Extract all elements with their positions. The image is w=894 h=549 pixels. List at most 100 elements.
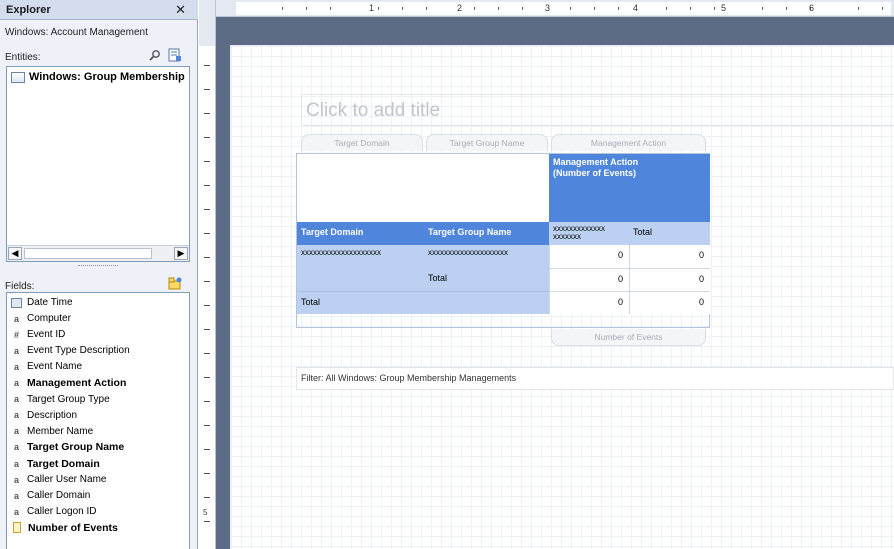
report-page[interactable]: Click to add title Target Domain Target … xyxy=(231,46,894,549)
field-item[interactable]: a Target Group Type xyxy=(11,392,110,407)
drop-zone-number-of-events[interactable]: Number of Events xyxy=(551,329,706,346)
field-item[interactable]: a Member Name xyxy=(11,424,93,439)
field-label: Event ID xyxy=(27,329,66,341)
scroll-right-icon[interactable]: ▶ xyxy=(174,247,188,260)
field-label: Target Group Type xyxy=(27,393,110,405)
field-item[interactable]: a Caller Logon ID xyxy=(11,504,97,519)
field-label: Caller User Name xyxy=(27,474,107,486)
ruler-number: 6 xyxy=(809,3,815,13)
field-label: Number of Events xyxy=(28,521,118,534)
text-field-icon: a xyxy=(13,361,19,372)
text-field-icon: a xyxy=(13,394,19,405)
field-item[interactable]: a Caller User Name xyxy=(11,472,106,487)
ruler-tick xyxy=(204,65,210,66)
table-icon xyxy=(11,71,25,83)
data-cell[interactable]: 0 xyxy=(629,245,710,268)
field-label: Event Name xyxy=(27,361,83,373)
ruler-tick xyxy=(402,7,403,10)
grand-total-label[interactable]: Total xyxy=(297,291,549,314)
text-field-icon: a xyxy=(13,426,19,437)
ruler-tick xyxy=(786,7,787,10)
data-cell[interactable]: 0 xyxy=(629,268,710,291)
field-item[interactable]: a Description xyxy=(11,408,77,423)
ruler-tick xyxy=(204,353,210,354)
field-label: Target Domain xyxy=(27,457,100,470)
entities-list[interactable]: Windows: Group Membership ◀ ▶ xyxy=(6,66,190,262)
data-cell[interactable]: 0 xyxy=(549,245,629,268)
ruler-tick xyxy=(204,449,210,450)
drop-zone-target-group-name[interactable]: Target Group Name xyxy=(426,134,548,151)
ruler-tick xyxy=(378,7,379,10)
field-item[interactable]: a Target Group Name xyxy=(11,440,124,455)
field-item[interactable]: a Computer xyxy=(11,311,71,326)
properties-icon[interactable] xyxy=(168,48,182,62)
scrollbar-thumb[interactable] xyxy=(24,248,152,259)
ruler-number: 5 xyxy=(203,508,208,517)
data-cell[interactable]: 0 xyxy=(549,291,629,314)
calendar-icon xyxy=(11,297,22,308)
ruler-tick xyxy=(762,7,763,10)
ruler-tick xyxy=(570,7,571,10)
matrix-table[interactable]: Management Action (Number of Events) Tar… xyxy=(296,153,710,328)
matrix-corner xyxy=(297,154,549,222)
field-label: Date Time xyxy=(27,297,73,308)
field-label: Caller Logon ID xyxy=(27,506,97,518)
column-value-text-overflow: xxxxxxx xyxy=(553,232,581,241)
ruler-tick xyxy=(204,377,210,378)
data-cell[interactable]: 0 xyxy=(549,268,629,291)
horizontal-ruler: 1234567 xyxy=(216,0,894,17)
entity-item[interactable]: Windows: Group Membership xyxy=(11,71,185,83)
row-value-target-group-name[interactable]: xxxxxxxxxxxxxxxxxxxx xyxy=(424,245,549,268)
field-item[interactable]: a Caller Domain xyxy=(11,488,90,503)
panel-splitter[interactable] xyxy=(78,265,118,267)
ruler-tick xyxy=(204,137,210,138)
ruler-tick xyxy=(426,7,427,10)
row-header-target-domain[interactable]: Target Domain xyxy=(297,222,424,245)
text-field-icon: a xyxy=(13,442,19,453)
column-group-header[interactable]: Management Action (Number of Events) xyxy=(549,154,710,222)
field-label: Management Action xyxy=(27,377,127,389)
column-value-placeholder[interactable]: xxxxxxxxxxxxx xxxxxxx xyxy=(549,222,629,245)
ruler-tick xyxy=(666,7,667,10)
field-item[interactable]: a Event Name xyxy=(11,359,82,374)
text-field-icon: a xyxy=(13,474,19,485)
ruler-tick xyxy=(330,7,331,10)
close-icon[interactable]: ✕ xyxy=(175,2,186,18)
data-cell[interactable]: 0 xyxy=(629,291,710,314)
find-icon[interactable] xyxy=(148,49,162,63)
ruler-tick xyxy=(522,7,523,10)
ruler-track xyxy=(236,2,891,15)
drop-zone-target-domain[interactable]: Target Domain xyxy=(301,134,423,151)
subtotal-label[interactable]: Total xyxy=(424,268,549,291)
horizontal-scrollbar[interactable]: ◀ ▶ xyxy=(7,245,189,261)
text-field-icon: a xyxy=(13,458,19,469)
design-surface: Click to add title Target Domain Target … xyxy=(216,17,894,549)
ruler-tick xyxy=(204,425,210,426)
numeric-field-icon: # xyxy=(13,329,19,340)
ruler-number: 3 xyxy=(545,3,551,13)
explorer-panel: Explorer ✕ Windows: Account Management E… xyxy=(0,0,198,549)
field-label: Target Group Name xyxy=(27,441,125,454)
page-margin-left xyxy=(216,17,230,549)
ruler-tick xyxy=(204,257,210,258)
new-field-icon[interactable] xyxy=(168,276,182,290)
ruler-number: 4 xyxy=(633,3,639,13)
ruler-tick xyxy=(204,401,210,402)
field-item[interactable]: a Target Domain xyxy=(11,456,100,471)
drop-zone-management-action[interactable]: Management Action xyxy=(551,134,706,151)
ruler-tick xyxy=(204,473,210,474)
row-header-target-group-name[interactable]: Target Group Name xyxy=(424,222,549,245)
fields-list[interactable]: Date Time a Computer # Event ID a Event Type D… xyxy=(6,292,190,549)
column-total-header[interactable]: Total xyxy=(629,222,710,245)
field-item[interactable]: a Management Action xyxy=(11,376,126,391)
filter-description[interactable]: Filter: All Windows: Group Membership Ma… xyxy=(296,367,894,390)
field-item[interactable]: # Event ID xyxy=(11,327,65,342)
ruler-tick xyxy=(594,7,595,10)
field-item[interactable]: Number of Events xyxy=(11,520,118,535)
field-item[interactable]: Date Time xyxy=(11,295,73,310)
scroll-left-icon[interactable]: ◀ xyxy=(8,247,22,260)
field-item[interactable]: a Event Type Description xyxy=(11,343,130,358)
ruler-tick xyxy=(714,7,715,10)
ruler-tick xyxy=(204,305,210,306)
report-title-placeholder[interactable]: Click to add title xyxy=(301,94,894,126)
